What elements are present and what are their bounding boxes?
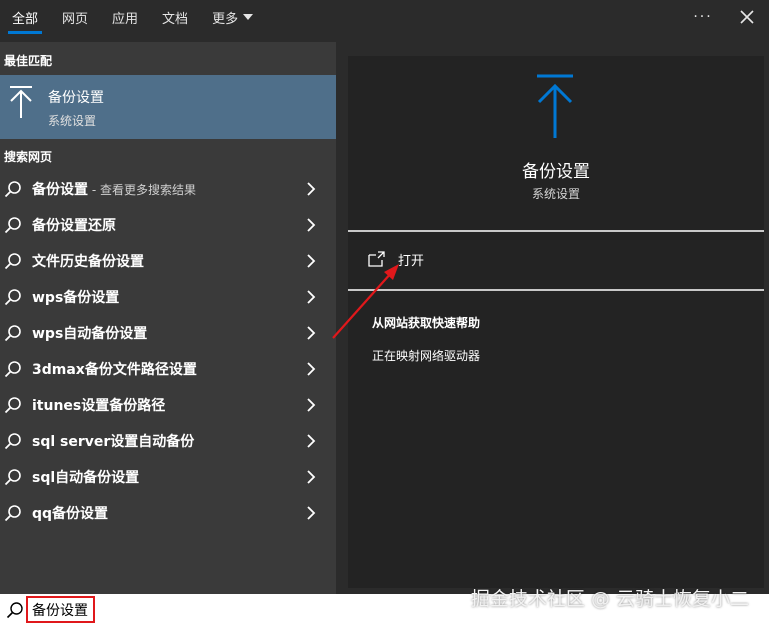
results-pane: 最佳匹配 备份设置 系统设置 搜索网页 备份设置 - 查看更多搜索结果 备份设置… (0, 42, 336, 594)
web-results-list: 备份设置 - 查看更多搜索结果 备份设置还原 文件历史备份设置 wps备份设置 (0, 171, 336, 531)
web-result-text: qq备份设置 (32, 506, 109, 522)
best-match-title: 备份设置 (48, 90, 104, 106)
chevron-right-icon (307, 290, 316, 304)
web-result-text: wps自动备份设置 (32, 326, 148, 342)
web-result-item[interactable]: 3dmax备份文件路径设置 (0, 351, 336, 387)
search-window: 全部 网页 应用 文档 更多 ··· 最佳匹配 备份设置 系统设置 搜索网页 备… (0, 0, 769, 594)
chevron-right-icon (307, 398, 316, 412)
web-result-item[interactable]: 备份设置 - 查看更多搜索结果 (0, 171, 336, 207)
scope-tabs: 全部 网页 应用 文档 更多 ··· (0, 0, 769, 34)
tab-more[interactable]: 更多 (200, 0, 265, 34)
web-result-text: sql自动备份设置 (32, 470, 140, 486)
web-result-item[interactable]: 文件历史备份设置 (0, 243, 336, 279)
search-icon (4, 325, 21, 342)
search-icon (4, 253, 21, 270)
web-result-text: wps备份设置 (32, 290, 120, 306)
search-icon (4, 217, 21, 234)
search-icon (4, 289, 21, 306)
search-icon (4, 505, 21, 522)
web-result-item[interactable]: 备份设置还原 (0, 207, 336, 243)
backup-arrow-up-icon (10, 86, 32, 118)
web-result-text: sql server设置自动备份 (32, 434, 195, 450)
chevron-down-icon (243, 14, 254, 20)
search-icon (4, 181, 21, 198)
more-options-button[interactable]: ··· (681, 0, 725, 34)
preview-subtitle: 系统设置 (531, 187, 580, 201)
search-input[interactable]: 备份设置 (26, 596, 95, 623)
tab-documents[interactable]: 文档 (150, 0, 200, 34)
best-match-heading: 最佳匹配 (4, 54, 53, 68)
search-icon (4, 469, 21, 486)
chevron-right-icon (307, 434, 316, 448)
tab-apps[interactable]: 应用 (100, 0, 150, 34)
search-icon (6, 602, 23, 619)
web-result-text: 3dmax备份文件路径设置 (32, 362, 197, 378)
tab-web[interactable]: 网页 (50, 0, 100, 34)
web-result-item[interactable]: itunes设置备份路径 (0, 387, 336, 423)
chevron-right-icon (307, 218, 316, 232)
web-search-heading: 搜索网页 (4, 150, 53, 164)
best-match-subtitle: 系统设置 (48, 114, 97, 128)
web-result-suffix: - 查看更多搜索结果 (88, 183, 196, 197)
web-result-text: itunes设置备份路径 (32, 398, 166, 414)
tab-all[interactable]: 全部 (0, 0, 50, 34)
web-result-item[interactable]: wps自动备份设置 (0, 315, 336, 351)
web-result-text: 备份设置 (32, 182, 88, 198)
preview-pane: 备份设置 系统设置 打开 从网站获取快速帮助 正在映射网络驱动器 (348, 56, 764, 588)
preview-title: 备份设置 (522, 162, 590, 182)
chevron-right-icon (307, 506, 316, 520)
web-result-item[interactable]: sql server设置自动备份 (0, 423, 336, 459)
chevron-right-icon (307, 254, 316, 268)
divider (348, 289, 764, 291)
search-icon (4, 397, 21, 414)
search-icon (4, 433, 21, 450)
web-result-text: 文件历史备份设置 (32, 254, 144, 270)
web-result-item[interactable]: sql自动备份设置 (0, 459, 336, 495)
watermark-text: 掘金技术社区 @ 云骑士恢复小二 (470, 588, 749, 610)
annotation-arrow-icon (332, 264, 399, 339)
best-match-item[interactable]: 备份设置 系统设置 (0, 75, 336, 139)
divider (348, 230, 764, 232)
web-result-item[interactable]: qq备份设置 (0, 495, 336, 531)
chevron-right-icon (307, 470, 316, 484)
chevron-right-icon (307, 362, 316, 376)
chevron-right-icon (307, 182, 316, 196)
web-result-text: 备份设置还原 (32, 218, 116, 234)
web-result-item[interactable]: wps备份设置 (0, 279, 336, 315)
help-link[interactable]: 正在映射网络驱动器 (372, 347, 480, 364)
close-button[interactable] (725, 0, 769, 34)
search-icon (4, 361, 21, 378)
close-icon (740, 10, 754, 24)
backup-arrow-up-icon (537, 74, 573, 138)
chevron-right-icon (307, 326, 316, 340)
